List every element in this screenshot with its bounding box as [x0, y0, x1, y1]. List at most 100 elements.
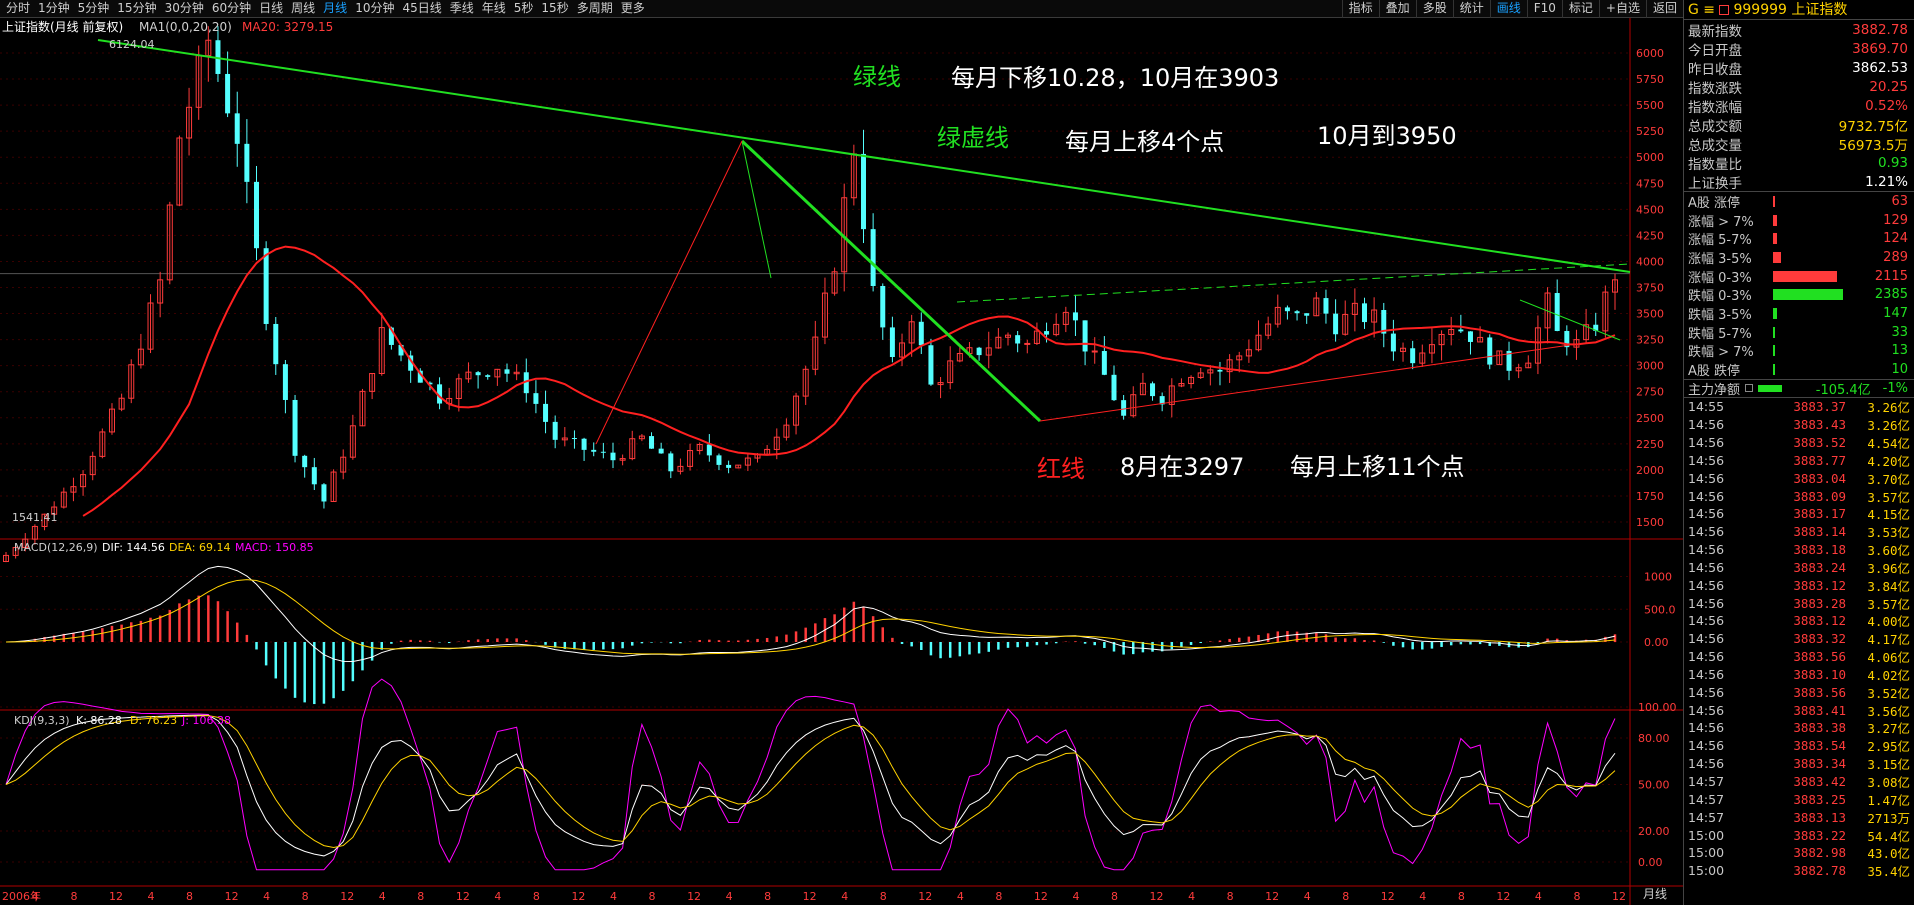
breadth-row: 跌幅 5-7% 33 — [1684, 323, 1914, 342]
candle-body — [263, 248, 269, 324]
x-axis-month: 4 — [494, 890, 501, 903]
x-axis-month: 4 — [1419, 890, 1426, 903]
price-tick: 5500 — [1636, 99, 1664, 112]
tick-volume: 3.15亿 — [1867, 757, 1910, 773]
x-axis-month: 8 — [186, 890, 193, 903]
tick-volume: 4.54亿 — [1867, 435, 1910, 451]
x-axis-month: 8 — [995, 890, 1002, 903]
high-price-label: 6124.04 — [109, 38, 155, 51]
price-chart[interactable]: 6000 5750 5500 5250 5000 4750 4500 4250 4000 3750… — [0, 18, 1683, 905]
tick-row: 14:56 3883.41 3.56亿 — [1684, 701, 1914, 719]
candle-body — [543, 403, 549, 422]
period-tab-1[interactable]: 1分钟 — [34, 0, 74, 18]
period-tab-5[interactable]: 60分钟 — [208, 0, 255, 18]
red-line-text1: 8月在3297 — [1120, 453, 1244, 481]
period-tab-14[interactable]: 15秒 — [537, 0, 572, 18]
price-tick: 1750 — [1636, 490, 1664, 503]
tick-price: 3882.98 — [1793, 845, 1846, 861]
tick-time: 14:57 — [1688, 791, 1725, 807]
tick-row: 14:56 3883.43 3.26亿 — [1684, 416, 1914, 434]
price-tick: 3250 — [1636, 334, 1664, 347]
tick-row: 14:56 3883.04 3.70亿 — [1684, 469, 1914, 487]
tick-volume: 3.60亿 — [1867, 543, 1910, 559]
x-axis-month: 12 — [687, 890, 701, 903]
candle-body — [1024, 342, 1031, 345]
price-tick: 6000 — [1636, 47, 1664, 60]
candle-body — [581, 438, 587, 450]
tool-button-2[interactable]: 多股 — [1415, 0, 1453, 18]
tool-button-3[interactable]: 统计 — [1452, 0, 1490, 18]
period-tab-7[interactable]: 周线 — [287, 0, 319, 18]
tool-button-0[interactable]: 指标 — [1341, 0, 1379, 18]
price-tick: 5000 — [1636, 151, 1664, 164]
breadth-count: 289 — [1883, 249, 1908, 265]
tool-button-6[interactable]: 标记 — [1561, 0, 1599, 18]
candle-body — [658, 448, 664, 454]
tick-volume: 43.0亿 — [1867, 846, 1910, 862]
period-tab-10[interactable]: 45日线 — [398, 0, 445, 18]
red-line-text2: 每月上移11个点 — [1290, 453, 1465, 481]
red-helper-line — [595, 140, 743, 445]
x-axis-month: 12 — [225, 890, 239, 903]
quote-row-value: 0.93 — [1877, 154, 1908, 171]
candle-body — [1015, 335, 1021, 344]
breadth-count: 147 — [1883, 305, 1908, 321]
candle-body — [1410, 348, 1416, 364]
tick-price: 3883.25 — [1793, 791, 1846, 807]
breadth-label: A股 涨停 — [1688, 195, 1741, 211]
tick-volume: 3.26亿 — [1867, 400, 1910, 416]
candle-body — [1333, 313, 1339, 335]
flow-toggle-icon[interactable] — [1745, 384, 1754, 393]
breadth-row: 跌幅 0-3% 2385 — [1684, 285, 1914, 304]
candle-body — [1304, 313, 1310, 316]
tool-button-7[interactable]: +自选 — [1598, 0, 1646, 18]
tool-button-4[interactable]: 画线 — [1489, 0, 1527, 18]
period-tab-6[interactable]: 日线 — [255, 0, 287, 18]
tick-volume: 4.20亿 — [1867, 453, 1910, 469]
tick-price: 3883.56 — [1793, 649, 1846, 665]
tick-volume: 2713万 — [1867, 810, 1910, 826]
tick-row: 14:56 3883.54 2.95亿 — [1684, 737, 1914, 755]
period-tab-3[interactable]: 15分钟 — [113, 0, 160, 18]
breadth-bar — [1773, 270, 1837, 282]
period-tab-0[interactable]: 分时 — [2, 0, 34, 18]
breadth-label: A股 跌停 — [1688, 364, 1741, 380]
period-tab-2[interactable]: 5分钟 — [74, 0, 114, 18]
tick-volume: 3.96亿 — [1867, 560, 1910, 576]
tick-time: 15:00 — [1688, 845, 1725, 861]
checkbox-icon[interactable] — [1719, 5, 1730, 15]
quote-row-label: 总成交量 — [1688, 137, 1742, 154]
tick-time: 14:56 — [1688, 631, 1725, 647]
breadth-count: 2115 — [1874, 268, 1908, 284]
x-axis-month: 4 — [1188, 890, 1195, 903]
quote-row: 总成交额 9732.75亿 — [1684, 115, 1914, 135]
tool-button-8[interactable]: 返回 — [1645, 0, 1683, 18]
period-tab-13[interactable]: 5秒 — [510, 0, 538, 18]
period-tab-16[interactable]: 更多 — [617, 0, 649, 18]
red-line-title: 红线 — [1037, 455, 1085, 483]
breadth-bar — [1773, 195, 1775, 207]
tool-button-1[interactable]: 叠加 — [1378, 0, 1416, 18]
period-tab-8[interactable]: 月线 — [319, 0, 351, 18]
red-trendline — [1039, 344, 1571, 422]
tick-time: 14:56 — [1688, 470, 1725, 486]
quote-row-label: 指数涨幅 — [1688, 99, 1742, 116]
breadth-row: 涨幅 > 7% 129 — [1684, 211, 1914, 230]
x-axis-month: 4 — [1304, 890, 1311, 903]
period-tab-9[interactable]: 10分钟 — [351, 0, 398, 18]
tick-time: 14:56 — [1688, 613, 1725, 629]
period-tag: 月线 — [1643, 887, 1667, 901]
period-tab-4[interactable]: 30分钟 — [161, 0, 208, 18]
candle-body — [1150, 383, 1156, 397]
quote-row-label: 今日开盘 — [1688, 42, 1742, 59]
period-tab-12[interactable]: 年线 — [478, 0, 510, 18]
kdj-d: D: 76.23 — [130, 714, 177, 727]
candle-body — [860, 153, 866, 230]
quote-name: 上证指数 — [1791, 2, 1848, 18]
period-tab-15[interactable]: 多周期 — [573, 0, 617, 18]
x-axis-month: 12 — [1034, 890, 1048, 903]
tick-time: 14:56 — [1688, 577, 1725, 593]
period-tab-11[interactable]: 季线 — [446, 0, 478, 18]
tool-button-5[interactable]: F10 — [1526, 0, 1562, 18]
price-tick: 5250 — [1636, 125, 1664, 138]
